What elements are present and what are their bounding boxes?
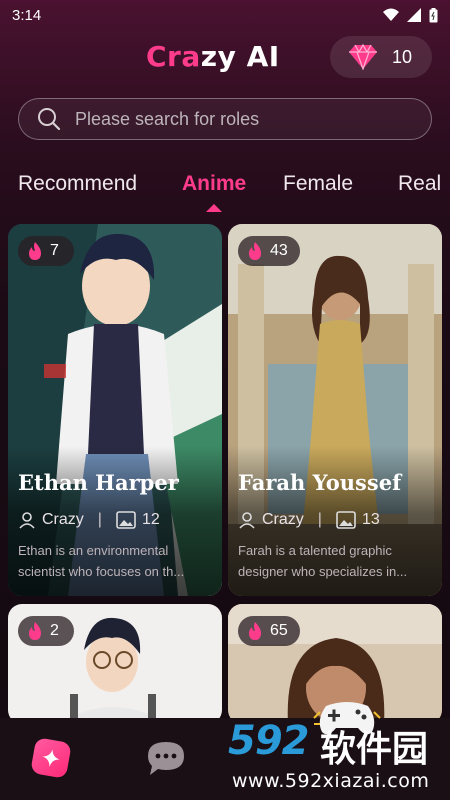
- tab-recommend[interactable]: Recommend: [18, 172, 137, 196]
- signal-icon: [407, 8, 421, 22]
- tab-female[interactable]: Female: [283, 172, 353, 196]
- meta-divider: |: [317, 511, 322, 528]
- description-line: scientist who focuses on th...: [18, 564, 185, 579]
- role-name: Ethan Harper: [18, 470, 179, 495]
- popularity-count: 65: [270, 622, 288, 639]
- fire-icon: [249, 622, 261, 640]
- role-card[interactable]: 43 Farah Youssef Crazy | 13 Farah is a t…: [228, 224, 442, 596]
- gem-count: 10: [392, 46, 413, 67]
- fire-icon: [29, 242, 41, 260]
- popularity-count: 43: [270, 242, 288, 259]
- fire-icon: [249, 242, 261, 260]
- app-header: Crazy AI 10: [0, 36, 450, 80]
- role-card[interactable]: 2: [8, 604, 222, 724]
- popularity-count: 2: [50, 622, 59, 639]
- watermark-number: 592: [228, 718, 309, 764]
- nav-chat-button[interactable]: [146, 740, 186, 783]
- popularity-count: 7: [50, 242, 59, 259]
- image-icon: [116, 511, 136, 529]
- popularity-badge: 65: [238, 616, 300, 646]
- meta-divider: |: [97, 511, 102, 528]
- description-line: Farah is a talented graphic: [238, 543, 392, 558]
- status-bar: 3:14: [0, 0, 450, 30]
- role-author: Crazy: [262, 511, 304, 528]
- app-title-accent: Cra: [146, 40, 201, 73]
- role-author: Crazy: [42, 511, 84, 528]
- search-bar[interactable]: [18, 98, 432, 140]
- role-meta: Crazy | 12: [18, 511, 160, 529]
- image-count: 13: [361, 511, 380, 528]
- app-title-rest: zy AI: [200, 40, 280, 73]
- user-icon: [19, 512, 35, 529]
- fire-icon: [29, 622, 41, 640]
- role-grid: 7 Ethan Harper Crazy | 12 Ethan is an en…: [0, 224, 450, 724]
- role-name: Farah Youssef: [238, 470, 402, 495]
- tab-anime[interactable]: Anime: [182, 172, 246, 196]
- image-icon: [336, 511, 356, 529]
- description-line: Ethan is an environmental: [18, 543, 169, 558]
- watermark-chinese: 软件园: [320, 729, 429, 770]
- category-tabs: Recommend Anime Female Real: [0, 166, 450, 202]
- role-meta: Crazy | 13: [238, 511, 380, 529]
- status-icons: [383, 7, 438, 23]
- description-line: designer who specializes in...: [238, 564, 408, 579]
- popularity-badge: 7: [18, 236, 74, 266]
- search-icon: [38, 108, 61, 131]
- role-description: Ethan is an environmental scientist who …: [18, 540, 214, 582]
- status-time: 3:14: [12, 6, 42, 24]
- nav-home-button[interactable]: [30, 737, 72, 779]
- popularity-badge: 2: [18, 616, 74, 646]
- tab-real[interactable]: Real: [398, 172, 441, 196]
- popularity-badge: 43: [238, 236, 300, 266]
- diamond-icon: [349, 44, 377, 70]
- chat-icon: [148, 742, 184, 775]
- battery-icon: [429, 7, 438, 22]
- watermark-url: www.592xiazai.com: [232, 770, 430, 792]
- active-tab-indicator: [206, 204, 222, 212]
- user-icon: [239, 512, 255, 529]
- site-watermark: 592 软件园 www.592xiazai.com: [222, 712, 450, 800]
- wifi-icon: [383, 8, 399, 21]
- role-description: Farah is a talented graphic designer who…: [238, 540, 434, 582]
- sparkle-icon: [42, 749, 60, 767]
- role-card[interactable]: 7 Ethan Harper Crazy | 12 Ethan is an en…: [8, 224, 222, 596]
- app-title: Crazy AI: [146, 40, 280, 73]
- image-count: 12: [141, 511, 160, 528]
- gem-balance-button[interactable]: 10: [330, 36, 432, 78]
- search-input[interactable]: [75, 108, 395, 130]
